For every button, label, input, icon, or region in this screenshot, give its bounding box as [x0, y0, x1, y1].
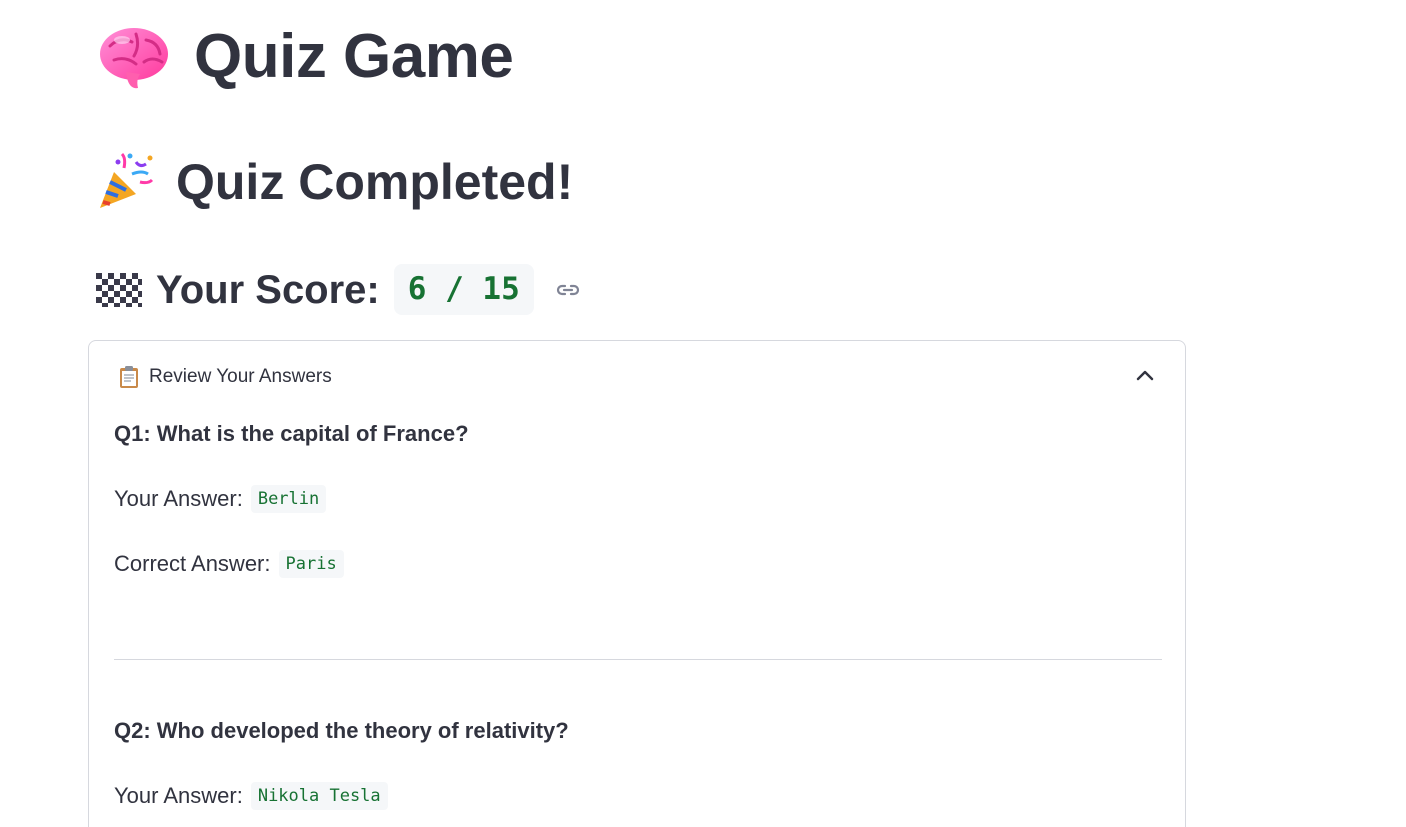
your-answer-line-2: Your Answer: Nikola Tesla — [114, 782, 388, 810]
result-heading-row: Quiz Completed! — [96, 152, 573, 212]
correct-answer-label: Correct Answer: — [114, 551, 271, 576]
party-popper-icon — [100, 152, 154, 208]
review-expander-header[interactable]: Review Your Answers — [89, 341, 1185, 413]
review-expander-label: Review Your Answers — [149, 366, 332, 387]
score-row: Your Score: 6 / 15 — [96, 264, 582, 315]
score-value: 6 / 15 — [393, 264, 534, 315]
your-answer-label: Your Answer: — [114, 783, 243, 808]
question-1: Q1: What is the capital of France? — [114, 421, 469, 446]
app-title-row: Quiz Game — [96, 22, 514, 92]
brain-icon — [100, 28, 168, 89]
question-divider — [114, 659, 1162, 660]
chevron-up-icon[interactable] — [1135, 367, 1155, 383]
correct-answer-value: Paris — [278, 550, 344, 578]
anchor-link-icon[interactable] — [554, 276, 582, 304]
review-expander: Review Your Answers Q1: What is the capi… — [88, 340, 1186, 827]
your-answer-value: Nikola Tesla — [250, 782, 388, 810]
app-title: Quiz Game — [194, 22, 514, 91]
quiz-page: Quiz Game Quiz Completed! Your Score: 6 … — [0, 0, 1406, 827]
your-answer-line-1: Your Answer: Berlin — [114, 485, 327, 513]
your-answer-label: Your Answer: — [114, 486, 243, 511]
score-label: Your Score: — [156, 267, 380, 312]
question-2: Q2: Who developed the theory of relativi… — [114, 718, 569, 743]
result-heading: Quiz Completed! — [176, 154, 574, 210]
checkered-flag-icon — [96, 272, 142, 307]
your-answer-value: Berlin — [250, 485, 327, 513]
correct-answer-line-1: Correct Answer: Paris — [114, 550, 344, 578]
clipboard-icon — [120, 366, 138, 388]
